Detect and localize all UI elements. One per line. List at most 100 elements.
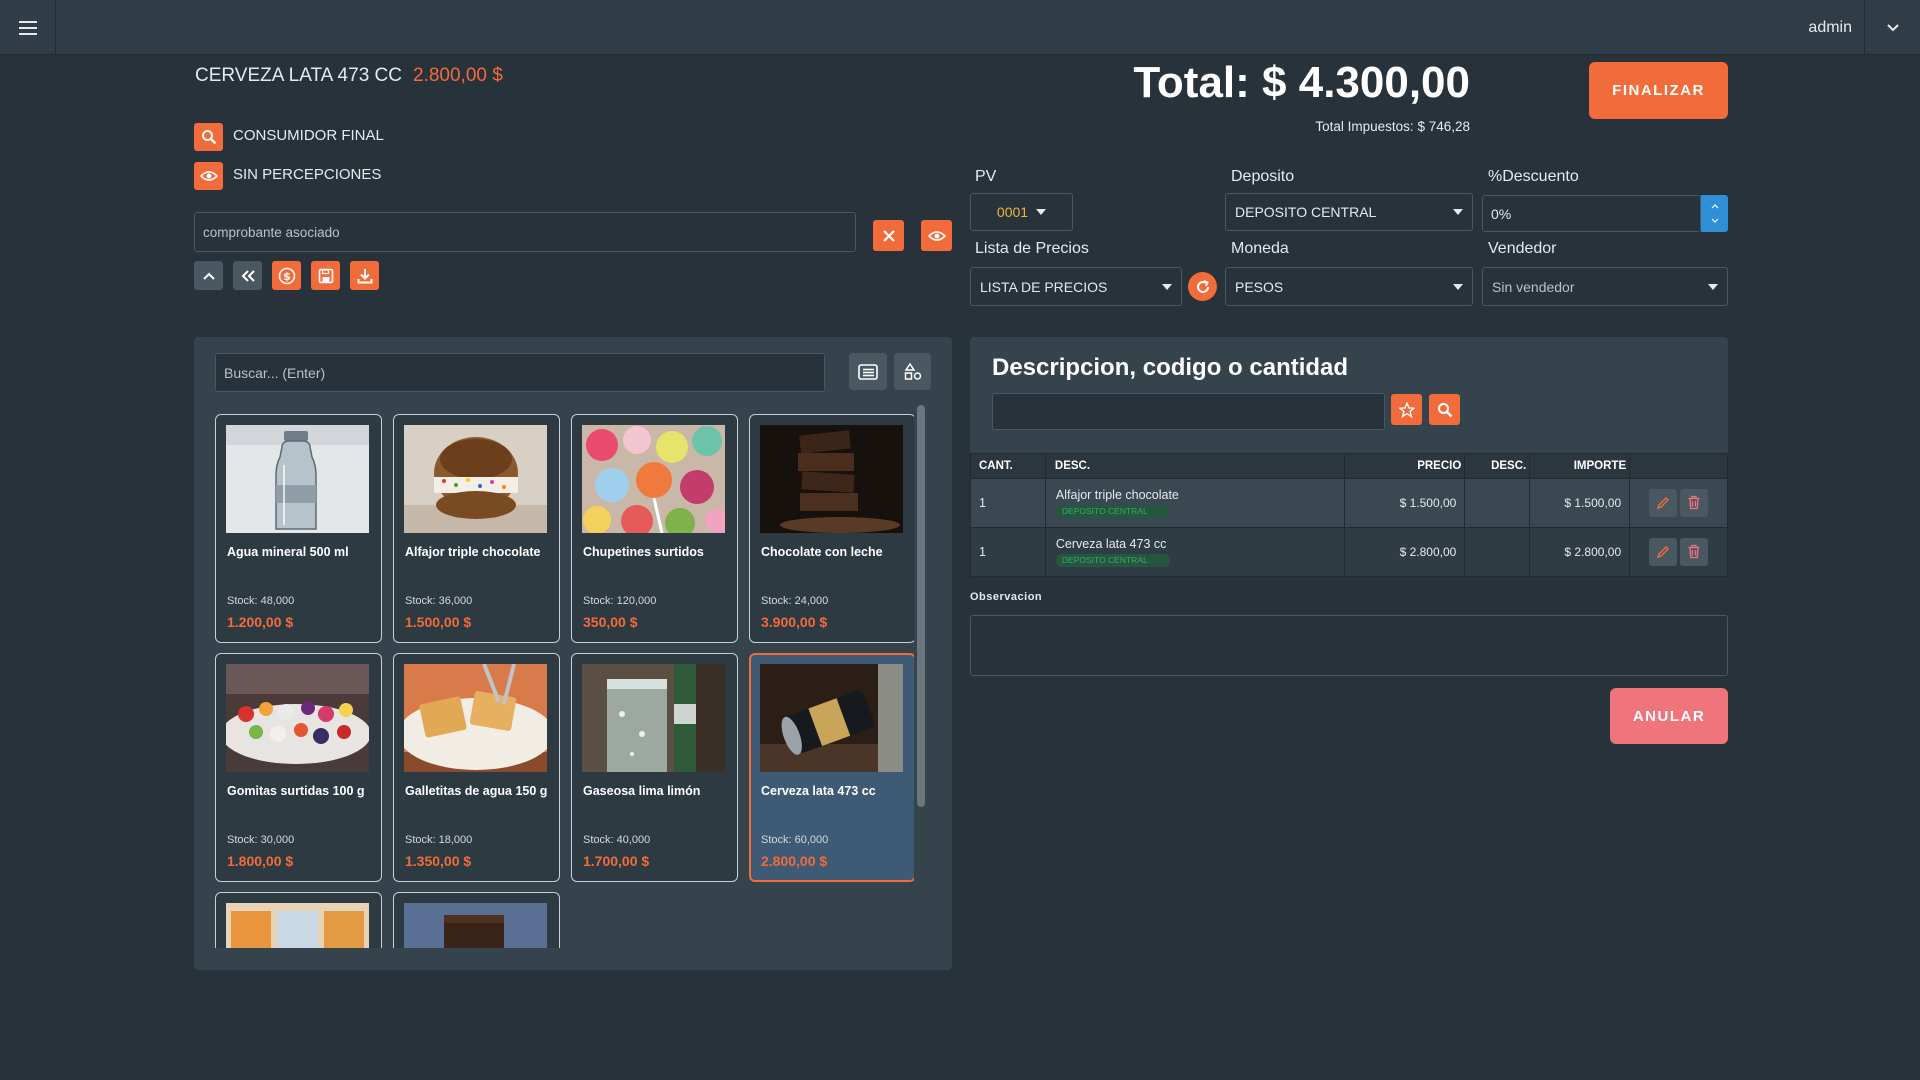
pv-label: PV [975, 168, 997, 185]
trash-icon [1688, 545, 1700, 559]
col-actions [1629, 453, 1728, 479]
order-row[interactable]: 1 Alfajor triple chocolate DEPOSITO CENT… [970, 478, 1728, 528]
product-card[interactable]: Gaseosa lima limón Stock: 40,000 1.700,0… [571, 653, 738, 882]
clear-voucher-button[interactable] [873, 220, 904, 251]
list-view-icon [858, 363, 878, 380]
product-image-gummies [226, 664, 369, 772]
catalog-scrollbar[interactable] [917, 405, 925, 807]
refresh-icon [1196, 279, 1209, 293]
eye-icon [199, 171, 218, 181]
user-name[interactable]: admin [1780, 0, 1864, 55]
chevron-down-icon[interactable] [1711, 218, 1719, 223]
download-icon [357, 268, 372, 283]
save-button[interactable] [311, 261, 340, 290]
top-bar [0, 0, 1920, 55]
lista-precios-select[interactable]: LISTA DE PRECIOS [970, 267, 1182, 306]
product-image-beer-can [760, 664, 903, 772]
order-discount[interactable] [1464, 527, 1531, 577]
order-discount[interactable] [1464, 478, 1531, 528]
product-card[interactable] [393, 892, 560, 948]
customer-label[interactable]: CONSUMIDOR FINAL [233, 127, 384, 144]
order-qty[interactable]: 1 [970, 527, 1046, 577]
product-price: 350,00 $ [583, 614, 638, 630]
perceptions-button[interactable] [194, 162, 223, 190]
currency-button[interactable]: $ [272, 261, 301, 290]
product-card-selected[interactable]: Cerveza lata 473 cc Stock: 60,000 2.800,… [749, 653, 914, 882]
product-card[interactable] [215, 892, 382, 948]
total-taxes: Total Impuestos: $ 746,28 [1315, 119, 1470, 134]
chevron-up-icon[interactable] [1711, 204, 1719, 209]
download-button[interactable] [350, 261, 379, 290]
pv-select[interactable]: 0001 [970, 193, 1073, 231]
product-card[interactable]: Alfajor triple chocolate Stock: 36,000 1… [393, 414, 560, 643]
product-price: 1.350,00 $ [405, 853, 472, 869]
associated-voucher-input[interactable]: comprobante asociado [194, 212, 856, 252]
edit-item-button[interactable] [1648, 489, 1677, 518]
order-row[interactable]: 1 Cerveza lata 473 cc DEPOSITO CENTRAL $… [970, 527, 1728, 577]
product-price: 1.700,00 $ [583, 853, 650, 869]
product-card[interactable]: Chocolate con leche Stock: 24,000 3.900,… [749, 414, 914, 643]
search-icon [1437, 402, 1452, 417]
moneda-select[interactable]: PESOS [1225, 267, 1473, 306]
pencil-icon [1656, 546, 1669, 559]
product-image-jars [226, 903, 369, 948]
product-stock: Stock: 30,000 [227, 834, 295, 846]
deposit-badge: DEPOSITO CENTRAL [1055, 554, 1170, 567]
back-button[interactable] [233, 261, 262, 290]
col-precio: PRECIO [1344, 453, 1466, 479]
hamburger-menu-button[interactable] [0, 0, 56, 55]
total-amount: Total: $ 4.300,00 [1133, 58, 1470, 107]
product-price: 1.800,00 $ [227, 853, 294, 869]
cancel-sale-button[interactable]: ANULAR [1610, 688, 1728, 744]
order-table-header: CANT. DESC. PRECIO DESC. IMPORTE [970, 453, 1728, 479]
order-qty[interactable]: 1 [970, 478, 1046, 528]
order-search-button[interactable] [1429, 394, 1460, 425]
order-actions [1629, 478, 1728, 528]
product-price: 1.500,00 $ [405, 614, 472, 630]
descuento-spinner[interactable] [1701, 195, 1728, 232]
favorites-button[interactable] [1391, 394, 1422, 425]
catalog-search-input[interactable]: Buscar... (Enter) [215, 353, 825, 392]
delete-item-button[interactable] [1680, 488, 1709, 517]
star-icon [1398, 401, 1415, 418]
delete-item-button[interactable] [1680, 537, 1709, 566]
product-image-crackers [404, 664, 547, 772]
product-stock: Stock: 36,000 [405, 595, 473, 607]
product-name: Gomitas surtidas 100 g [227, 784, 365, 798]
pv-value: 0001 [996, 204, 1029, 220]
descuento-input[interactable]: 0% [1482, 195, 1701, 232]
catalog-search-placeholder: Buscar... (Enter) [224, 364, 326, 381]
collapse-up-button[interactable] [194, 261, 223, 290]
product-card[interactable]: Chupetines surtidos Stock: 120,000 350,0… [571, 414, 738, 643]
deposito-select[interactable]: DEPOSITO CENTRAL [1225, 193, 1473, 231]
user-menu-button[interactable] [1864, 0, 1920, 55]
product-image-cookie-sandwich [404, 425, 547, 533]
order-desc: Alfajor triple chocolate [1055, 488, 1179, 502]
col-desc: DESC. [1044, 453, 1346, 479]
product-stock: Stock: 48,000 [227, 595, 295, 607]
observacion-textarea[interactable] [970, 615, 1728, 676]
floppy-disk-icon [318, 268, 333, 283]
svg-text:$: $ [283, 270, 291, 283]
order-table: CANT. DESC. PRECIO DESC. IMPORTE 1 Alfaj… [970, 453, 1728, 577]
observacion-label: Observacion [970, 591, 1043, 603]
order-code-input[interactable] [992, 393, 1385, 430]
product-card[interactable]: Gomitas surtidas 100 g Stock: 30,000 1.8… [215, 653, 382, 882]
perceptions-label[interactable]: SIN PERCEPCIONES [233, 166, 381, 183]
product-card[interactable]: Agua mineral 500 ml Stock: 48,000 1.200,… [215, 414, 382, 643]
customer-search-button[interactable] [194, 123, 223, 151]
refresh-prices-button[interactable] [1188, 272, 1217, 301]
list-view-button[interactable] [849, 353, 887, 390]
view-voucher-button[interactable] [921, 220, 952, 251]
product-name: Chupetines surtidos [583, 545, 704, 559]
order-title: Descripcion, codigo o cantidad [992, 354, 1349, 381]
edit-item-button[interactable] [1648, 538, 1677, 567]
deposit-badge: DEPOSITO CENTRAL [1055, 505, 1170, 518]
order-desc-cell: Alfajor triple chocolate DEPOSITO CENTRA… [1044, 478, 1346, 528]
vendedor-select[interactable]: Sin vendedor [1482, 267, 1728, 306]
product-stock: Stock: 60,000 [761, 834, 829, 846]
product-stock: Stock: 120,000 [583, 595, 657, 607]
categories-button[interactable] [894, 353, 931, 390]
finalize-button[interactable]: FINALIZAR [1589, 62, 1728, 119]
product-card[interactable]: Galletitas de agua 150 g Stock: 18,000 1… [393, 653, 560, 882]
